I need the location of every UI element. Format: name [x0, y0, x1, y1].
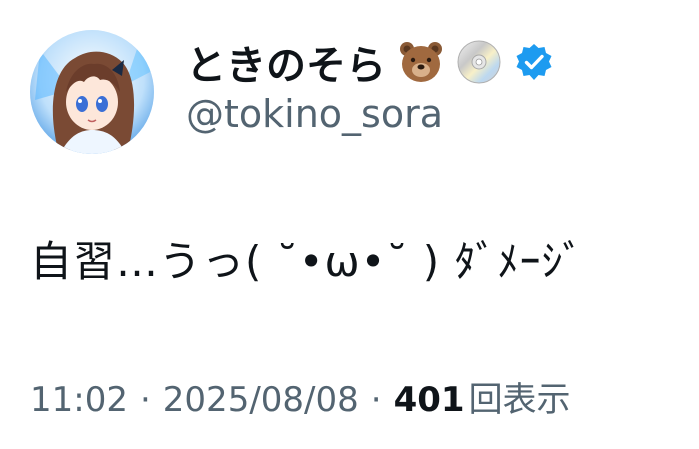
- avatar[interactable]: [30, 30, 154, 154]
- dvd-emoji-icon: [456, 39, 502, 85]
- tweet-text: 自習…うっ( ˘•ω•˘ ) ﾀﾞﾒｰｼﾞ: [30, 237, 585, 286]
- views-count[interactable]: 401: [394, 380, 465, 420]
- verified-badge-icon[interactable]: [514, 42, 554, 82]
- user-handle[interactable]: @tokino_sora: [186, 92, 443, 136]
- author-name-row[interactable]: ときのそら: [186, 34, 554, 90]
- tweet-time[interactable]: 11:02: [30, 380, 128, 420]
- display-name[interactable]: ときのそら: [186, 33, 386, 91]
- meta-separator: ·: [370, 380, 382, 420]
- views-label[interactable]: 回表示: [469, 372, 571, 421]
- avatar-image: [30, 30, 154, 154]
- tweet-meta: 11:02 · 2025/08/08 · 401 回表示: [30, 372, 571, 421]
- tweet-detail: ときのそら @tokino_sora 自習…うっ(˘•ω•˘) ﾀﾞﾒｰｼﾞ…: [0, 0, 699, 449]
- meta-separator: ·: [139, 380, 151, 420]
- bear-emoji-icon: [398, 39, 444, 85]
- tweet-date[interactable]: 2025/08/08: [163, 380, 359, 420]
